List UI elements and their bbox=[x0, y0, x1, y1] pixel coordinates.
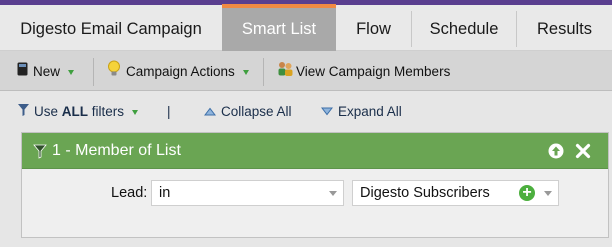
collapse-all-label: Collapse All bbox=[221, 104, 292, 119]
close-icon[interactable] bbox=[575, 143, 591, 164]
use-all-filters-dropdown[interactable]: Use ALL filters bbox=[17, 103, 139, 122]
tab-smart-list[interactable]: Smart List bbox=[222, 4, 336, 51]
new-document-icon bbox=[17, 61, 28, 83]
add-icon[interactable]: + bbox=[519, 185, 535, 201]
expand-icon bbox=[320, 103, 334, 121]
use-label-strong: ALL bbox=[61, 104, 89, 119]
filter-header[interactable]: 1 - Member of List bbox=[22, 133, 608, 169]
filter-panel: 1 - Member of List Lead: in Digesto Subs… bbox=[21, 132, 609, 238]
view-campaign-members-button[interactable]: View Campaign Members bbox=[277, 61, 450, 83]
move-up-icon[interactable] bbox=[548, 143, 564, 164]
toolbar-separator bbox=[93, 58, 94, 86]
chevron-down-icon bbox=[132, 109, 139, 115]
use-label-suffix: filters bbox=[91, 104, 125, 119]
collapse-icon bbox=[203, 103, 217, 121]
lightbulb-icon bbox=[107, 60, 121, 84]
chevron-down-icon bbox=[242, 69, 249, 75]
chevron-down-icon bbox=[68, 69, 75, 75]
expand-all-button[interactable]: Expand All bbox=[320, 103, 402, 121]
operator-select[interactable]: in bbox=[151, 180, 344, 206]
filter-options-separator: | bbox=[167, 104, 171, 119]
collapse-all-button[interactable]: Collapse All bbox=[203, 103, 292, 121]
tab-flow[interactable]: Flow bbox=[336, 5, 411, 51]
people-icon bbox=[277, 60, 294, 84]
list-value-select[interactable]: Digesto Subscribers + bbox=[352, 180, 559, 206]
new-label: New bbox=[33, 64, 61, 79]
new-button[interactable]: New bbox=[17, 61, 75, 83]
funnel-icon bbox=[17, 103, 30, 122]
toolbar: New Campaign Actions View Campaign Membe… bbox=[0, 51, 612, 91]
campaign-actions-label: Campaign Actions bbox=[126, 64, 235, 79]
chevron-down-icon bbox=[329, 191, 337, 196]
expand-all-label: Expand All bbox=[338, 104, 402, 119]
view-campaign-members-label: View Campaign Members bbox=[296, 64, 451, 79]
chevron-down-icon bbox=[544, 191, 552, 196]
operator-value: in bbox=[159, 185, 171, 201]
use-label-prefix: Use bbox=[34, 104, 59, 119]
tab-program[interactable]: Digesto Email Campaign bbox=[0, 5, 222, 51]
filter-body: Lead: in Digesto Subscribers + bbox=[22, 169, 608, 237]
tab-schedule[interactable]: Schedule bbox=[412, 5, 516, 51]
toolbar-separator bbox=[263, 58, 264, 86]
funnel-icon bbox=[33, 144, 47, 164]
campaign-actions-button[interactable]: Campaign Actions bbox=[107, 60, 249, 84]
filter-title: 1 - Member of List bbox=[52, 142, 181, 159]
list-value: Digesto Subscribers bbox=[360, 185, 490, 201]
tab-bar: Digesto Email Campaign Smart List Flow S… bbox=[0, 4, 612, 51]
filter-options-bar: Use ALL filters | Collapse All Expand Al… bbox=[0, 92, 612, 130]
lead-field-label: Lead: bbox=[111, 185, 148, 201]
tab-results[interactable]: Results bbox=[517, 5, 612, 51]
